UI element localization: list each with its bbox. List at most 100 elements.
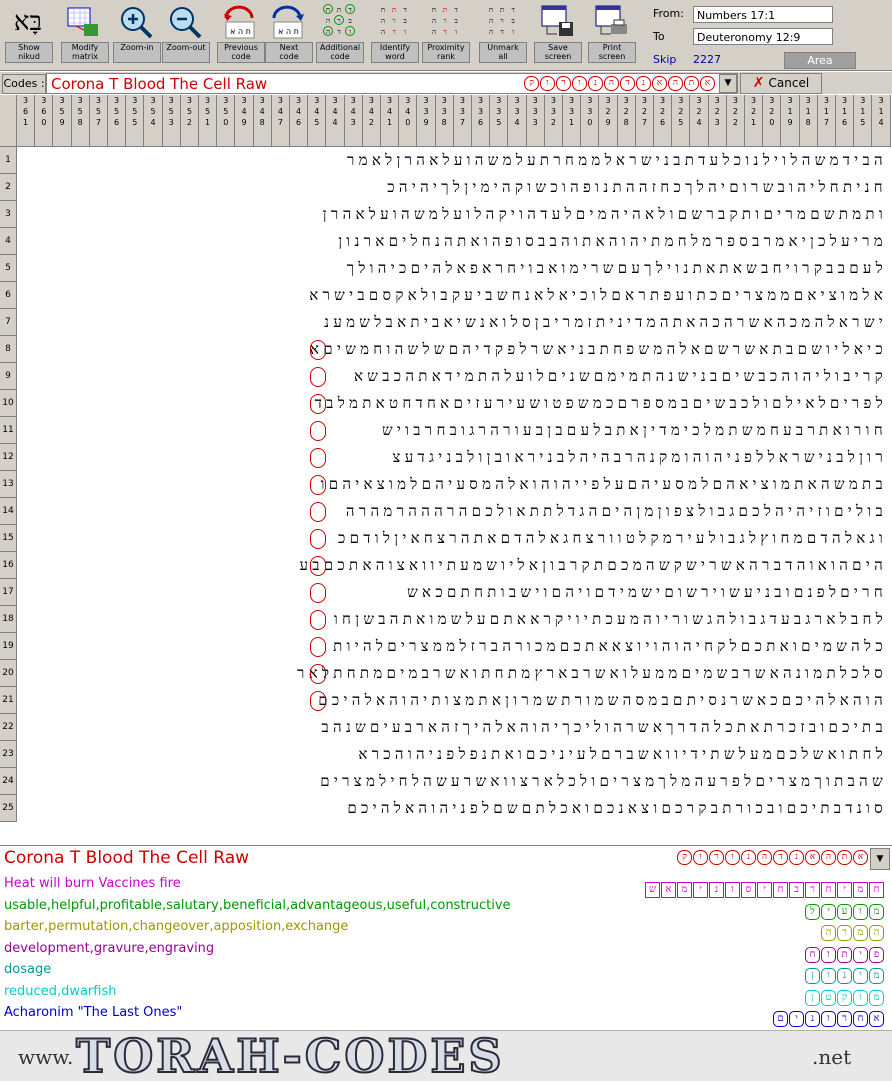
previous-code-button[interactable]: ת ה א Previous code [217,2,265,68]
column-number: 3 5 1 [199,95,218,147]
result-letter: ה [821,925,836,941]
zoom-out-icon [167,4,203,40]
result-letter: מ [869,968,884,984]
matrix-row[interactable]: מריעלכןיאמרבספרמלחמתיהוהאתוהבבסופהואתהנח… [17,228,890,255]
matrix-row[interactable]: כלהשמיםואתכםלקחיהוהויוצאאתכםמכורהברזלממצ… [17,633,890,660]
area-button[interactable]: Area [784,52,856,69]
print-screen-button[interactable]: Print screen [588,2,636,68]
row-number: 25 [0,795,17,822]
identify-word-button[interactable]: ח ת ד ה ר ב ה ד ו Identify word [371,2,419,68]
matrix-row[interactable]: שהבתוךמצריםלפרעהמלךמצריםולכלארצוואשרעשהל… [17,768,890,795]
matrix-row[interactable]: לחבלארגבעדגבולהגשוריוהמעכתיויקראאתםעלשמו… [17,606,890,633]
matrix-row[interactable]: בוליםוזיהיהלכםגבולצפוןמןהיםהגדלתתאולכםהר… [17,498,890,525]
next-code-icon: ת ה א [270,4,306,40]
result-item-text[interactable]: barter,permutation,changeover,apposition… [4,919,348,934]
save-screen-button[interactable]: Save screen [534,2,582,68]
result-letter: ח [773,882,788,898]
result-item-text[interactable]: Heat will burn Vaccines fire [4,876,181,891]
unmark-button[interactable]: ח ת ד ה ר ב ה ד ו Unmark all [479,2,527,68]
identify-word-icon: חתדהרבהדו [380,6,407,36]
column-number: 3 4 6 [290,95,309,147]
matrix-row[interactable]: וגאלהדםמחוץלגבולעירמקלטוורצחגאלהדםאתהרצח… [17,525,890,552]
row-number: 13 [0,471,17,498]
column-number: 3 3 5 [490,95,509,147]
result-letter: ל [805,903,820,920]
column-number: 3 1 7 [817,95,836,147]
toolbar-button-label: Show nikud [5,42,53,63]
matrix-button[interactable]: Modify matrix [61,2,109,68]
nikud-icon: בָּא [13,7,43,37]
nikud-button[interactable]: בָּא Show nikud [5,2,53,68]
results-panel: Corona T Blood The Cell Raw קורונהדנאהתא… [0,845,892,1031]
result-letter: ח [853,1011,868,1027]
matrix-row[interactable]: לפריםלאילםולכבשיםבמספרםכמשפטושעירעזיםאחד… [17,390,890,417]
matrix-row[interactable]: סונדבתיכםובכורתבקרכםוצאנכםואכלתםשםלפניהו… [17,795,890,822]
result-letter: ו [821,968,836,984]
result-letter: י [837,882,852,898]
code-highlight [310,691,326,711]
to-input[interactable]: Deuteronomy 12:9 [693,28,833,45]
matrix-row[interactable]: קריבוליהוהכבשיםבנישנהתמימםשניםלועלהתמידא… [17,363,890,390]
matrix-row[interactable]: חריםלפנםובניעשוירשוםישמידםויהםוישבותחתםכ… [17,579,890,606]
matrix-row[interactable]: חורואתרבעחמשתמלכימדיןאתבלעםבןבעורהרגובחר… [17,417,890,444]
column-number: 3 5 6 [108,95,127,147]
result-letter: ה [869,925,884,941]
matrix-row[interactable]: הבידמשהלוילנוכלעדתבנישראלממחרתעלמשהועלאה… [17,147,890,174]
matrix-corner [0,95,17,147]
result-item-text[interactable]: dosage [4,962,51,977]
result-letter: ר [837,925,852,941]
column-number: 3 3 6 [472,95,491,147]
result-item-text[interactable]: reduced,dwarfish [4,984,116,999]
result-letter: נ [709,882,724,898]
code-letter: א [805,850,820,865]
code-letter: ה [821,850,836,865]
matrix-row[interactable]: בתמשהאתמוציאהםלמסעיהםעלפייהוהואלהמסעיהםל… [17,471,890,498]
row-number: 7 [0,309,17,336]
zoom-in-button[interactable]: Zoom-in [113,2,161,68]
matrix-row[interactable]: בתיכםובזכרתאתכלהדרךאשרהוליכךיהוהאלהיךזהא… [17,714,890,741]
matrix-row[interactable]: הוהאלהיכםכאשרנסיתםבמסהשמורתשמרוןאתמצותיה… [17,687,890,714]
cancel-button[interactable]: ✗ Cancel [740,73,822,94]
code-highlight [310,583,326,603]
matrix-row[interactable]: סלכלתמונהאשרבשמיםממעלואשרבארץמתחתואשרבמי… [17,660,890,687]
proximity-button[interactable]: ח ת ד ה ר ב ה ד ו Proximity rank [422,2,470,68]
result-letter: ר [837,1011,852,1027]
row-number: 2 [0,174,17,201]
toolbar-button-label: Next code [265,42,313,63]
code-highlight [310,421,326,441]
toolbar-button-label: Previous code [217,42,265,63]
result-item-text[interactable]: Acharonim "The Last Ones" [4,1005,182,1020]
panel-dropdown-icon[interactable]: ▼ [870,848,890,870]
unmark-icon: חתדהרבהדו [488,6,515,36]
zoom-out-button[interactable]: Zoom-out [162,2,210,68]
toolbar-button-label: Zoom-in [113,42,161,63]
matrix-row[interactable]: היםהואוהדברהאשרישקשהמכםתקרבוןאליושמעתיוו… [17,552,890,579]
code-letter: ה [757,850,772,865]
cancel-label: Cancel [768,76,810,90]
row-number: 17 [0,579,17,606]
from-input[interactable]: Numbers 17:1 [693,6,833,23]
result-item-text[interactable]: usable,helpful,profitable,salutary,benef… [4,898,511,913]
result-letter: א [869,1011,884,1027]
additional-code-button[interactable]: ח ת ד ה ר ב ה ד ו Additional code [316,2,364,68]
matrix-row[interactable]: רוןלבנישראללפניהוהומקנהרבהיהלבניראובןולב… [17,444,890,471]
matrix-row[interactable]: ישראלהמכהאשרהכהאתהמדיניתזמריבןסלואנשיאבי… [17,309,890,336]
column-header: 3 6 13 6 03 5 93 5 83 5 73 5 63 5 53 5 4… [17,95,891,147]
code-highlight [310,502,326,522]
codes-dropdown-icon[interactable]: ▼ [719,74,737,93]
column-number: 3 4 3 [344,95,363,147]
column-number: 3 1 8 [799,95,818,147]
result-item-text[interactable]: development,gravure,engraving [4,941,214,956]
matrix-row[interactable]: לחתואשלכםמעלשתידיוואשברםלעיניכםואתנפלפני… [17,741,890,768]
matrix-row[interactable]: לעםבבקרויחבשאתאתנוילךעםשרימואבויחראפאלהי… [17,255,890,282]
matrix-row[interactable]: כיאליושםבתאשרשםאלהמשפחתבניאשרלפקדיהםשלשה… [17,336,890,363]
result-letter: י [821,903,836,920]
codes-select[interactable]: Corona T Blood The Cell Raw קורונהדנאהתא… [46,73,738,94]
row-number: 24 [0,768,17,795]
matrix-row[interactable]: ותמתשםמריםותקברשםולאהיהמיםלעדהויקהלועלמש… [17,201,890,228]
matrix-row[interactable]: אלמוציאםממצריםכתועפתראםלוכיאלאנחשביעקבול… [17,282,890,309]
toolbar-button-label: Zoom-out [162,42,210,63]
matrix-row[interactable]: חניתחליהובשרוםיהלךכחזההתנופהוכשוקהימיןלך… [17,174,890,201]
previous-code-icon: ת ה א [222,4,258,40]
next-code-button[interactable]: ת ה א Next code [265,2,313,68]
